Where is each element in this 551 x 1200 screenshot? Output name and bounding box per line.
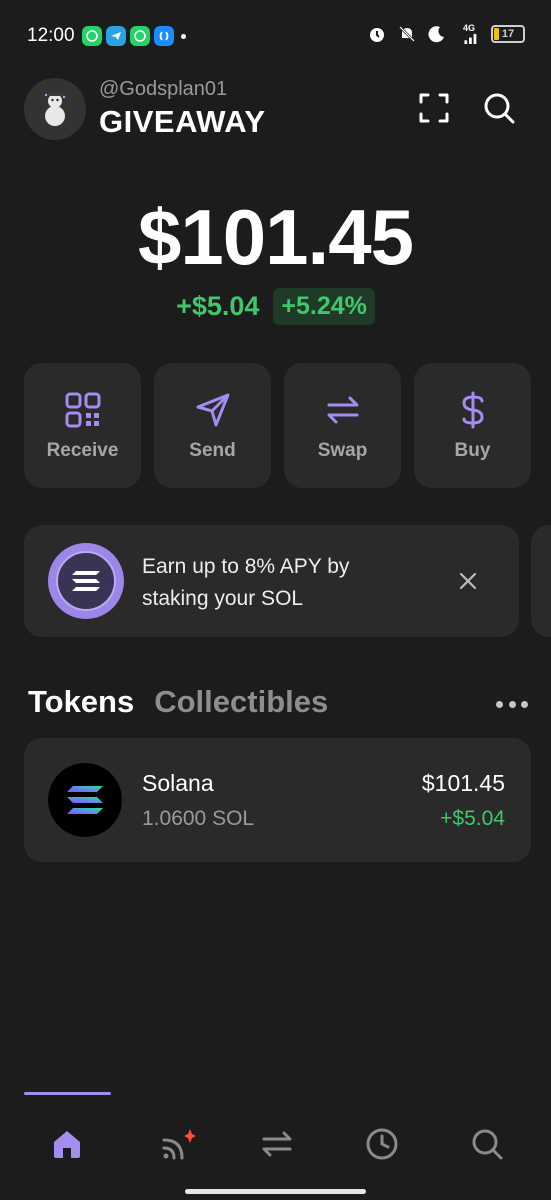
- promo-close-button[interactable]: [454, 567, 482, 595]
- solana-icon: [56, 551, 116, 611]
- nav-history[interactable]: [360, 1122, 404, 1166]
- more-dot: [496, 700, 503, 708]
- send-label: Send: [189, 439, 236, 461]
- system-home-indicator[interactable]: [185, 1189, 366, 1194]
- battery-indicator: 17: [491, 25, 525, 43]
- solana-promo-icon: [48, 543, 124, 619]
- history-icon: [366, 1128, 398, 1160]
- more-options-button[interactable]: [496, 694, 528, 714]
- promo-text: Earn up to 8% APY by staking your SOL: [142, 555, 350, 610]
- nav-search[interactable]: [465, 1122, 509, 1166]
- scan-icon: [419, 93, 449, 123]
- receive-label: Receive: [46, 439, 119, 461]
- total-balance: $101.45: [138, 193, 414, 281]
- tab-tokens[interactable]: Tokens: [28, 684, 134, 720]
- account-name[interactable]: GIVEAWAY: [99, 104, 266, 140]
- whatsapp-icon: [82, 26, 102, 46]
- whatsapp-business-icon: [130, 26, 150, 46]
- nav-home[interactable]: [45, 1122, 89, 1166]
- token-amount: 1.0600 SOL: [142, 807, 255, 830]
- change-percent-badge: +5.24%: [273, 288, 375, 325]
- nav-swap[interactable]: [255, 1122, 299, 1166]
- status-indicators: 4G 17: [367, 24, 525, 44]
- send-button[interactable]: Send: [154, 363, 271, 488]
- qr-code-icon: [65, 392, 100, 427]
- signal-icon: 4G: [457, 24, 481, 44]
- token-value: $101.45: [421, 770, 505, 796]
- swap-icon: [262, 1131, 292, 1157]
- close-icon: [459, 572, 477, 590]
- nav-explore[interactable]: [156, 1122, 200, 1166]
- search-icon: [472, 1129, 503, 1160]
- bottom-nav: [0, 1092, 551, 1200]
- status-bar: 12:00 4G 17: [0, 0, 551, 70]
- send-icon: [196, 393, 229, 426]
- do-not-disturb-icon: [427, 24, 447, 44]
- dollar-icon: [461, 391, 484, 428]
- asset-tabs: Tokens Collectibles: [28, 684, 328, 720]
- snowman-icon: [44, 93, 66, 126]
- alarm-icon: [367, 24, 387, 44]
- swap-button[interactable]: Swap: [284, 363, 401, 488]
- swap-label: Swap: [317, 439, 368, 461]
- buy-label: Buy: [454, 439, 491, 461]
- avatar[interactable]: [24, 78, 86, 140]
- receive-button[interactable]: Receive: [24, 363, 141, 488]
- solana-logo-icon: [48, 763, 122, 837]
- status-time: 12:00: [27, 25, 75, 46]
- active-tab-indicator: [24, 1092, 111, 1095]
- shazam-icon: [154, 26, 174, 46]
- staking-promo-card[interactable]: Earn up to 8% APY by staking your SOL: [24, 525, 519, 637]
- change-amount: +$5.04: [176, 291, 260, 321]
- action-buttons: Receive Send Swap Buy: [24, 363, 531, 488]
- tab-collectibles[interactable]: Collectibles: [154, 684, 328, 720]
- next-promo-card-peek[interactable]: [531, 525, 551, 637]
- wallet-header: @Godsplan01 GIVEAWAY: [24, 76, 527, 146]
- battery-fill: [494, 28, 499, 40]
- more-dot: [508, 700, 516, 708]
- mute-icon: [397, 24, 417, 44]
- token-change: +$5.04: [440, 807, 505, 830]
- more-dot: [521, 700, 528, 708]
- status-notification-apps: [82, 26, 186, 46]
- telegram-icon: [106, 26, 126, 46]
- more-notifications-dot: [181, 33, 186, 39]
- buy-button[interactable]: Buy: [414, 363, 531, 488]
- scan-button[interactable]: [416, 90, 452, 126]
- token-name: Solana: [142, 770, 214, 796]
- search-button[interactable]: [481, 90, 517, 126]
- swap-icon: [327, 396, 358, 423]
- balance-change: +$5.04 +5.24%: [0, 288, 551, 325]
- home-icon: [54, 1131, 80, 1158]
- explore-icon: [162, 1129, 196, 1160]
- token-row-solana[interactable]: Solana 1.0600 SOL $101.45 +$5.04: [24, 738, 531, 862]
- account-handle[interactable]: @Godsplan01: [99, 78, 227, 101]
- search-icon: [484, 93, 515, 124]
